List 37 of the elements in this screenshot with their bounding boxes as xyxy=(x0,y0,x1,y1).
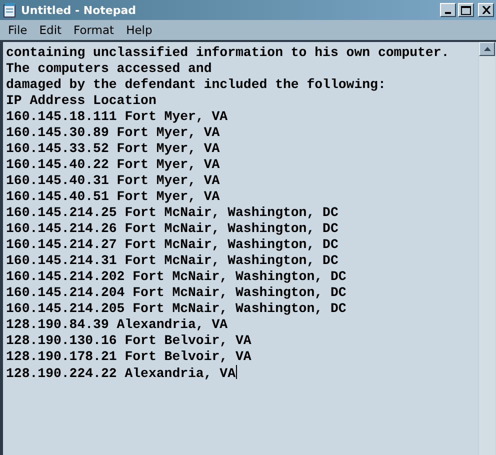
text-line: 128.190.130.16 Fort Belvoir, VA xyxy=(6,333,252,349)
menu-item[interactable]: Help xyxy=(120,23,158,37)
text-line: 160.145.214.202 Fort McNair, Washington, DC xyxy=(6,269,348,285)
text-line: 160.145.40.51 Fort Myer, VA xyxy=(6,189,221,205)
text-line: The computers accessed and xyxy=(6,61,213,77)
text-area[interactable] xyxy=(0,40,496,455)
text-line: 160.145.30.89 Fort Myer, VA xyxy=(6,125,221,141)
text-line: 128.190.84.39 Alexandria, VA xyxy=(6,317,229,333)
maximize-icon xyxy=(461,6,471,14)
text-line: 128.190.224.22 Alexandria, VA xyxy=(6,365,238,381)
menu-item[interactable]: Edit xyxy=(33,23,68,37)
text-line: 160.145.40.22 Fort Myer, VA xyxy=(6,157,221,173)
text-line: 160.145.214.26 Fort McNair, Washington, DC xyxy=(6,221,340,237)
text-line: 160.145.214.31 Fort McNair, Washington, DC xyxy=(6,253,340,269)
text-line: containing unclassified information to his own computer. xyxy=(6,45,450,61)
text-line: 160.145.214.27 Fort McNair, Washington, DC xyxy=(6,237,340,253)
text-line: 160.145.18.111 Fort Myer, VA xyxy=(6,109,229,125)
text-line: 160.145.214.25 Fort McNair, Washington, DC xyxy=(6,205,340,221)
minimize-icon xyxy=(445,12,451,14)
minimize-button[interactable] xyxy=(440,3,456,17)
text-line: 160.145.33.52 Fort Myer, VA xyxy=(6,141,221,157)
menu-item[interactable]: File xyxy=(2,23,34,37)
text-line: 160.145.40.31 Fort Myer, VA xyxy=(6,173,221,189)
window-title: Untitled - Notepad xyxy=(21,4,138,16)
up-arrow-icon xyxy=(484,47,490,51)
text-line: 128.190.178.21 Fort Belvoir, VA xyxy=(6,349,252,365)
text-line: damaged by the defendant included the following: xyxy=(6,77,387,93)
text-line: 160.145.214.204 Fort McNair, Washington, DC xyxy=(6,285,348,301)
maximize-button[interactable] xyxy=(458,3,474,17)
vertical-scrollbar[interactable] xyxy=(478,42,495,455)
scroll-up-button[interactable] xyxy=(479,42,495,56)
text-line: 160.145.214.205 Fort McNair, Washington, DC xyxy=(6,301,348,317)
menu-item[interactable]: Format xyxy=(68,23,120,37)
close-button[interactable] xyxy=(478,3,494,17)
notepad-icon xyxy=(2,2,18,18)
close-icon xyxy=(482,6,490,14)
text-line: IP Address Location xyxy=(6,93,158,109)
